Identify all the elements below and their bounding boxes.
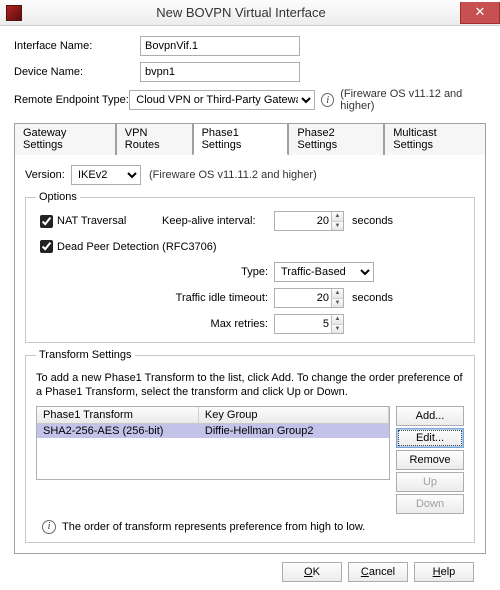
keepalive-units: seconds [352,215,393,227]
max-retries-label: Max retries: [162,318,274,330]
dpd-type-label: Type: [162,266,274,278]
chevron-down-icon: ▼ [331,222,343,231]
dpd-label: Dead Peer Detection (RFC3706) [57,241,217,253]
remote-endpoint-label: Remote Endpoint Type: [14,94,129,106]
chevron-up-icon: ▲ [331,315,343,325]
version-note: (Fireware OS v11.11.2 and higher) [149,169,317,181]
close-icon: ✕ [475,4,486,20]
device-name-input[interactable] [140,62,300,82]
remove-button[interactable]: Remove [396,450,464,470]
idle-timeout-units: seconds [352,292,393,304]
nat-traversal-checkbox[interactable] [40,215,53,228]
idle-timeout-label: Traffic idle timeout: [162,292,274,304]
remote-endpoint-select[interactable]: Cloud VPN or Third-Party Gateway [129,90,315,110]
cell-transform: SHA2-256-AES (256-bit) [37,424,199,438]
dialog-body: Interface Name: Device Name: Remote Endp… [0,26,500,590]
col-phase1-transform: Phase1 Transform [37,407,199,423]
chevron-up-icon: ▲ [331,289,343,299]
options-legend: Options [36,191,80,203]
info-icon: i [42,520,56,534]
tab-gateway-settings[interactable]: Gateway Settings [14,123,116,155]
device-name-label: Device Name: [14,66,140,78]
chevron-up-icon: ▲ [331,212,343,222]
keepalive-stepper[interactable]: ▲▼ [331,212,343,230]
tab-phase1-settings[interactable]: Phase1 Settings [193,123,289,155]
ok-button[interactable]: OK [282,562,342,582]
transform-table[interactable]: Phase1 Transform Key Group SHA2-256-AES … [36,406,390,480]
idle-timeout-stepper[interactable]: ▲▼ [331,289,343,307]
chevron-down-icon: ▼ [331,299,343,308]
version-select[interactable]: IKEv2 [71,165,141,185]
version-label: Version: [25,169,71,181]
endpoint-version-note: (Fireware OS v11.12 and higher) [340,88,486,112]
tab-phase2-settings[interactable]: Phase2 Settings [288,123,384,155]
tab-page-phase1: Version: IKEv2 (Fireware OS v11.11.2 and… [14,154,486,554]
cancel-button[interactable]: Cancel [348,562,408,582]
dpd-checkbox[interactable] [40,240,53,253]
app-icon [6,5,22,21]
transform-order-hint: The order of transform represents prefer… [62,521,365,533]
tab-strip: Gateway Settings VPN Routes Phase1 Setti… [14,122,486,154]
transform-help-text: To add a new Phase1 Transform to the lis… [36,371,464,400]
chevron-down-icon: ▼ [331,325,343,334]
options-group: Options NAT Traversal Keep-alive interva… [25,191,475,343]
transform-legend: Transform Settings [36,349,135,361]
transform-buttons: Add... Edit... Remove Up Down [396,406,464,514]
col-key-group: Key Group [199,407,389,423]
nat-traversal-label: NAT Traversal [57,215,126,227]
max-retries-stepper[interactable]: ▲▼ [331,315,343,333]
interface-name-label: Interface Name: [14,40,140,52]
info-icon[interactable]: i [321,93,334,107]
interface-name-input[interactable] [140,36,300,56]
keepalive-label: Keep-alive interval: [162,215,274,227]
cell-key-group: Diffie-Hellman Group2 [199,424,389,438]
tab-vpn-routes[interactable]: VPN Routes [116,123,193,155]
tab-multicast-settings[interactable]: Multicast Settings [384,123,486,155]
close-button[interactable]: ✕ [460,2,500,24]
edit-button[interactable]: Edit... [396,428,464,448]
help-button[interactable]: Help [414,562,474,582]
window-title: New BOVPN Virtual Interface [22,5,460,20]
dpd-type-select[interactable]: Traffic-Based [274,262,374,282]
table-header: Phase1 Transform Key Group [37,407,389,424]
transform-group: Transform Settings To add a new Phase1 T… [25,349,475,543]
add-button[interactable]: Add... [396,406,464,426]
table-row[interactable]: SHA2-256-AES (256-bit) Diffie-Hellman Gr… [37,424,389,438]
down-button[interactable]: Down [396,494,464,514]
title-bar: New BOVPN Virtual Interface ✕ [0,0,500,26]
dialog-footer: OK Cancel Help [14,554,486,582]
up-button[interactable]: Up [396,472,464,492]
